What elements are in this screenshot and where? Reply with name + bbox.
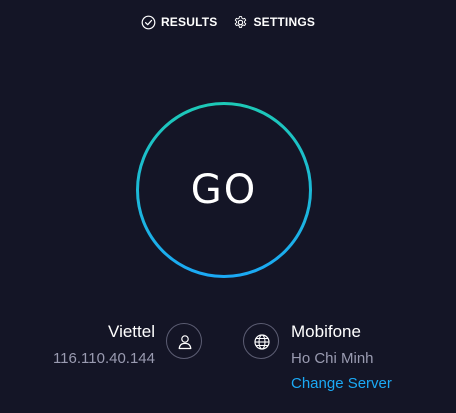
server-name: Mobifone [291, 322, 361, 341]
change-server-link[interactable]: Change Server [291, 375, 392, 392]
go-label: GO [190, 167, 258, 213]
user-icon [166, 323, 202, 359]
results-link[interactable]: RESULTS [141, 15, 218, 30]
settings-label: SETTINGS [253, 15, 316, 29]
gear-icon [233, 15, 248, 30]
isp-name: Viettel [108, 322, 155, 341]
check-circle-icon [141, 15, 156, 30]
globe-icon[interactable] [243, 323, 279, 359]
server-location: Ho Chi Minh [291, 350, 374, 367]
speedtest-page: RESULTS SETTINGS GO Viettel 116.110.40.1… [0, 0, 456, 413]
settings-link[interactable]: SETTINGS [233, 15, 315, 30]
results-label: RESULTS [160, 15, 218, 29]
top-nav: RESULTS SETTINGS [0, 12, 456, 32]
go-button[interactable]: GO [135, 101, 313, 279]
isp-ip-address: 116.110.40.144 [52, 350, 155, 367]
